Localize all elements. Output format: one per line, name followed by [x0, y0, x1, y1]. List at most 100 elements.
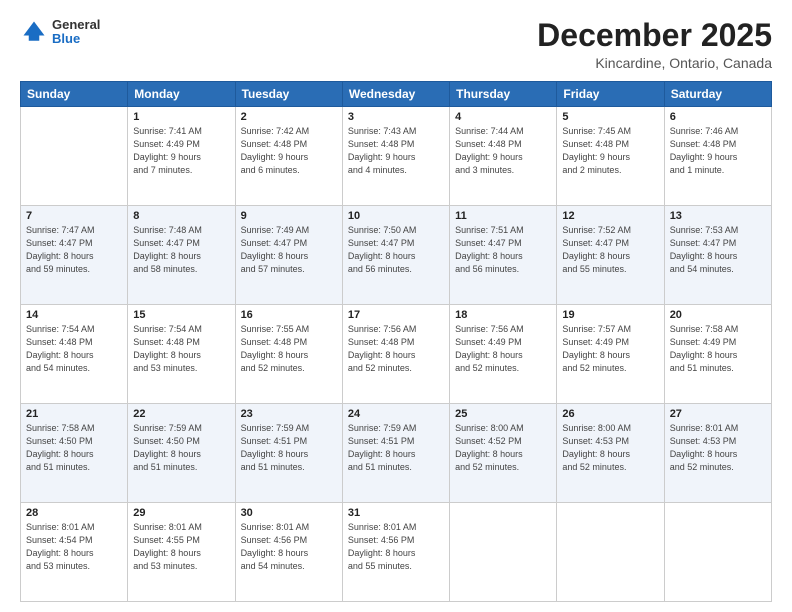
day-info: Sunrise: 7:55 AM Sunset: 4:48 PM Dayligh… [241, 323, 337, 375]
day-info: Sunrise: 8:01 AM Sunset: 4:56 PM Dayligh… [348, 521, 444, 573]
day-number: 11 [455, 210, 551, 222]
day-number: 5 [562, 111, 658, 123]
table-row: 20 Sunrise: 7:58 AM Sunset: 4:49 PM Dayli… [664, 305, 771, 404]
day-info: Sunrise: 7:47 AM Sunset: 4:47 PM Dayligh… [26, 224, 122, 276]
day-info: Sunrise: 8:01 AM Sunset: 4:54 PM Dayligh… [26, 521, 122, 573]
day-info: Sunrise: 7:59 AM Sunset: 4:51 PM Dayligh… [241, 422, 337, 474]
day-number: 16 [241, 309, 337, 321]
page: General Blue December 2025 Kincardine, O… [0, 0, 792, 612]
day-number: 4 [455, 111, 551, 123]
day-number: 3 [348, 111, 444, 123]
table-row [557, 503, 664, 602]
day-info: Sunrise: 7:51 AM Sunset: 4:47 PM Dayligh… [455, 224, 551, 276]
day-number: 15 [133, 309, 229, 321]
calendar-week-row: 1Sunrise: 7:41 AM Sunset: 4:49 PM Daylig… [21, 107, 772, 206]
day-info: Sunrise: 7:56 AM Sunset: 4:48 PM Dayligh… [348, 323, 444, 375]
day-number: 22 [133, 408, 229, 420]
day-info: Sunrise: 8:00 AM Sunset: 4:52 PM Dayligh… [455, 422, 551, 474]
table-row: 22 Sunrise: 7:59 AM Sunset: 4:50 PM Dayli… [128, 404, 235, 503]
day-number: 6 [670, 111, 766, 123]
table-row: 3Sunrise: 7:43 AM Sunset: 4:48 PM Daylig… [342, 107, 449, 206]
col-sunday: Sunday [21, 82, 128, 107]
title-block: December 2025 Kincardine, Ontario, Canad… [537, 18, 772, 71]
calendar-week-row: 7 Sunrise: 7:47 AM Sunset: 4:47 PM Daylig… [21, 206, 772, 305]
day-info: Sunrise: 7:56 AM Sunset: 4:49 PM Dayligh… [455, 323, 551, 375]
day-number: 18 [455, 309, 551, 321]
logo-text: General Blue [52, 18, 100, 47]
day-number: 9 [241, 210, 337, 222]
table-row: 1Sunrise: 7:41 AM Sunset: 4:49 PM Daylig… [128, 107, 235, 206]
calendar-week-row: 14 Sunrise: 7:54 AM Sunset: 4:48 PM Dayli… [21, 305, 772, 404]
table-row: 23 Sunrise: 7:59 AM Sunset: 4:51 PM Dayli… [235, 404, 342, 503]
day-info: Sunrise: 8:01 AM Sunset: 4:55 PM Dayligh… [133, 521, 229, 573]
day-number: 7 [26, 210, 122, 222]
table-row: 2 Sunrise: 7:42 AM Sunset: 4:48 PM Daylig… [235, 107, 342, 206]
day-info: Sunrise: 7:58 AM Sunset: 4:50 PM Dayligh… [26, 422, 122, 474]
day-info: Sunrise: 7:59 AM Sunset: 4:50 PM Dayligh… [133, 422, 229, 474]
day-number: 31 [348, 507, 444, 519]
table-row: 16 Sunrise: 7:55 AM Sunset: 4:48 PM Dayli… [235, 305, 342, 404]
day-number: 27 [670, 408, 766, 420]
day-info: Sunrise: 7:44 AM Sunset: 4:48 PM Dayligh… [455, 125, 551, 177]
day-number: 19 [562, 309, 658, 321]
day-info: Sunrise: 7:52 AM Sunset: 4:47 PM Dayligh… [562, 224, 658, 276]
table-row: 5 Sunrise: 7:45 AM Sunset: 4:48 PM Daylig… [557, 107, 664, 206]
table-row: 6 Sunrise: 7:46 AM Sunset: 4:48 PM Daylig… [664, 107, 771, 206]
table-row: 9 Sunrise: 7:49 AM Sunset: 4:47 PM Daylig… [235, 206, 342, 305]
table-row: 28Sunrise: 8:01 AM Sunset: 4:54 PM Dayli… [21, 503, 128, 602]
table-row: 7 Sunrise: 7:47 AM Sunset: 4:47 PM Daylig… [21, 206, 128, 305]
col-saturday: Saturday [664, 82, 771, 107]
col-friday: Friday [557, 82, 664, 107]
table-row [450, 503, 557, 602]
day-number: 17 [348, 309, 444, 321]
table-row: 24Sunrise: 7:59 AM Sunset: 4:51 PM Dayli… [342, 404, 449, 503]
table-row: 15 Sunrise: 7:54 AM Sunset: 4:48 PM Dayli… [128, 305, 235, 404]
day-info: Sunrise: 8:01 AM Sunset: 4:53 PM Dayligh… [670, 422, 766, 474]
calendar-week-row: 21Sunrise: 7:58 AM Sunset: 4:50 PM Dayli… [21, 404, 772, 503]
table-row: 27 Sunrise: 8:01 AM Sunset: 4:53 PM Dayli… [664, 404, 771, 503]
day-number: 10 [348, 210, 444, 222]
day-info: Sunrise: 7:42 AM Sunset: 4:48 PM Dayligh… [241, 125, 337, 177]
table-row: 14 Sunrise: 7:54 AM Sunset: 4:48 PM Dayli… [21, 305, 128, 404]
table-row: 21Sunrise: 7:58 AM Sunset: 4:50 PM Dayli… [21, 404, 128, 503]
day-number: 20 [670, 309, 766, 321]
table-row: 17 Sunrise: 7:56 AM Sunset: 4:48 PM Dayli… [342, 305, 449, 404]
day-info: Sunrise: 7:54 AM Sunset: 4:48 PM Dayligh… [133, 323, 229, 375]
table-row: 12Sunrise: 7:52 AM Sunset: 4:47 PM Dayli… [557, 206, 664, 305]
day-info: Sunrise: 7:50 AM Sunset: 4:47 PM Dayligh… [348, 224, 444, 276]
table-row: 29 Sunrise: 8:01 AM Sunset: 4:55 PM Dayli… [128, 503, 235, 602]
day-number: 23 [241, 408, 337, 420]
day-info: Sunrise: 7:48 AM Sunset: 4:47 PM Dayligh… [133, 224, 229, 276]
logo-icon [20, 18, 48, 46]
day-number: 26 [562, 408, 658, 420]
day-number: 24 [348, 408, 444, 420]
calendar-table: Sunday Monday Tuesday Wednesday Thursday… [20, 81, 772, 602]
table-row: 31 Sunrise: 8:01 AM Sunset: 4:56 PM Dayli… [342, 503, 449, 602]
day-info: Sunrise: 7:46 AM Sunset: 4:48 PM Dayligh… [670, 125, 766, 177]
header: General Blue December 2025 Kincardine, O… [20, 18, 772, 71]
table-row: 11 Sunrise: 7:51 AM Sunset: 4:47 PM Dayli… [450, 206, 557, 305]
day-number: 29 [133, 507, 229, 519]
day-number: 14 [26, 309, 122, 321]
day-number: 2 [241, 111, 337, 123]
table-row: 10 Sunrise: 7:50 AM Sunset: 4:47 PM Dayli… [342, 206, 449, 305]
logo-blue-text: Blue [52, 32, 100, 46]
day-info: Sunrise: 8:00 AM Sunset: 4:53 PM Dayligh… [562, 422, 658, 474]
logo: General Blue [20, 18, 100, 47]
day-info: Sunrise: 7:49 AM Sunset: 4:47 PM Dayligh… [241, 224, 337, 276]
day-info: Sunrise: 7:54 AM Sunset: 4:48 PM Dayligh… [26, 323, 122, 375]
table-row: 8 Sunrise: 7:48 AM Sunset: 4:47 PM Daylig… [128, 206, 235, 305]
col-wednesday: Wednesday [342, 82, 449, 107]
table-row: 18 Sunrise: 7:56 AM Sunset: 4:49 PM Dayli… [450, 305, 557, 404]
day-info: Sunrise: 7:45 AM Sunset: 4:48 PM Dayligh… [562, 125, 658, 177]
table-row [21, 107, 128, 206]
day-number: 8 [133, 210, 229, 222]
day-info: Sunrise: 7:53 AM Sunset: 4:47 PM Dayligh… [670, 224, 766, 276]
table-row: 26 Sunrise: 8:00 AM Sunset: 4:53 PM Dayli… [557, 404, 664, 503]
day-number: 25 [455, 408, 551, 420]
table-row: 25 Sunrise: 8:00 AM Sunset: 4:52 PM Dayli… [450, 404, 557, 503]
logo-general-text: General [52, 18, 100, 32]
day-info: Sunrise: 7:57 AM Sunset: 4:49 PM Dayligh… [562, 323, 658, 375]
table-row: 19 Sunrise: 7:57 AM Sunset: 4:49 PM Dayli… [557, 305, 664, 404]
day-info: Sunrise: 7:58 AM Sunset: 4:49 PM Dayligh… [670, 323, 766, 375]
